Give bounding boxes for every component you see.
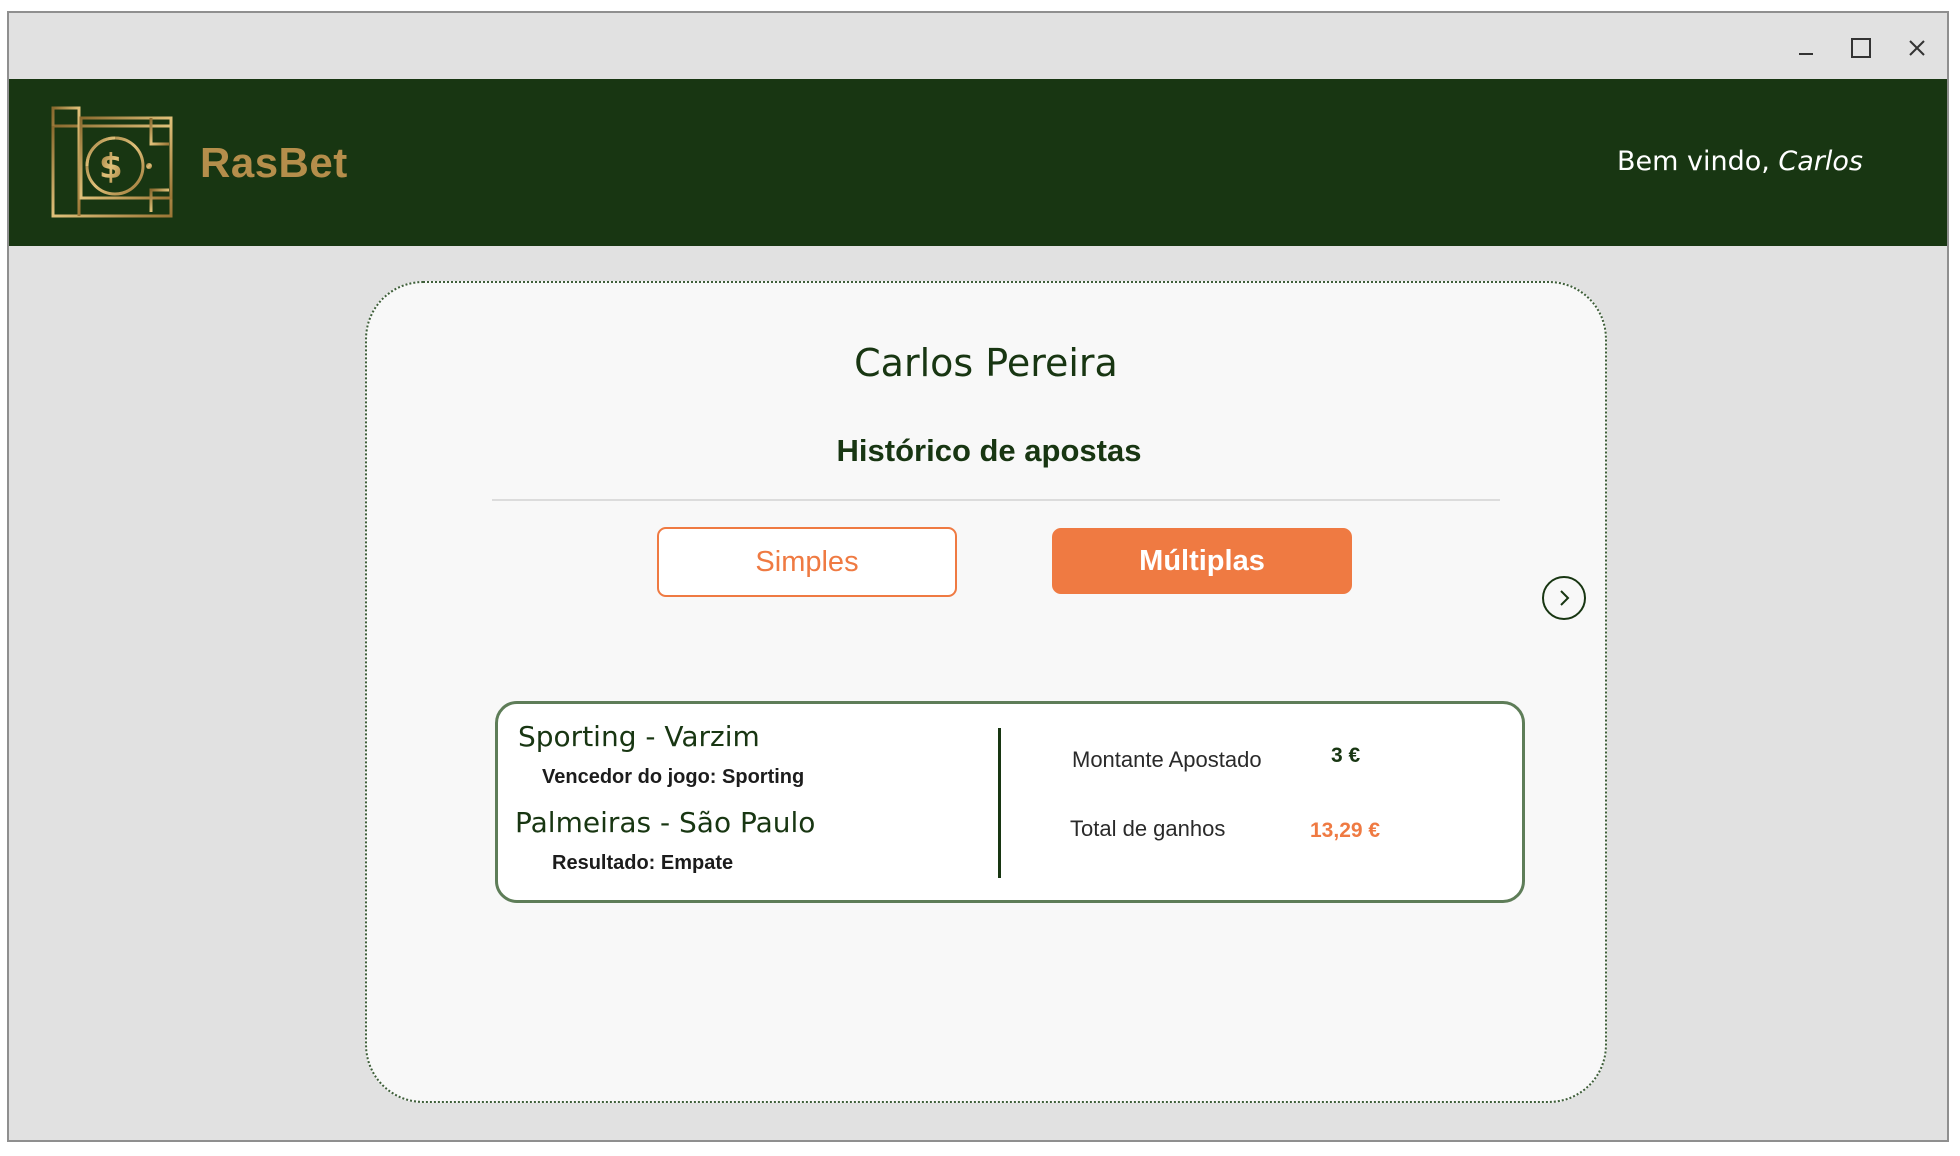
chevron-right-icon[interactable] bbox=[1542, 576, 1586, 620]
welcome-message: Bem vindo, Carlos bbox=[1617, 144, 1863, 180]
close-icon[interactable] bbox=[1900, 31, 1934, 65]
welcome-user-name: Carlos bbox=[1778, 146, 1863, 177]
page-title: Carlos Pereira bbox=[854, 341, 1118, 385]
tab-multiplas[interactable]: Múltiplas bbox=[1052, 528, 1352, 594]
welcome-prefix: Bem vindo, bbox=[1616, 146, 1770, 177]
amount-value: 3 € bbox=[1331, 744, 1361, 767]
title-bar bbox=[9, 13, 1947, 79]
svg-text:$: $ bbox=[99, 147, 123, 187]
bet-pick: Resultado: Empate bbox=[552, 852, 734, 874]
tab-simples[interactable]: Simples bbox=[657, 527, 957, 597]
profile-panel: Carlos Pereira Histórico de apostas Simp… bbox=[365, 281, 1607, 1103]
divider bbox=[492, 499, 1500, 501]
history-title: Histórico de apostas bbox=[836, 433, 1142, 468]
app-window: $ RasBet Bem vindo, Carlos Carlos Pereir… bbox=[7, 11, 1949, 1142]
card-divider bbox=[998, 728, 1001, 878]
bet-pick: Vencedor do jogo: Sporting bbox=[542, 766, 805, 788]
bet-match: Palmeiras - São Paulo bbox=[515, 806, 816, 839]
total-value: 13,29 € bbox=[1310, 819, 1381, 842]
app-header: $ RasBet Bem vindo, Carlos bbox=[9, 79, 1947, 246]
money-bill-icon: $ bbox=[51, 104, 179, 220]
bet-match: Sporting - Varzim bbox=[518, 720, 760, 753]
bet-card[interactable]: Sporting - Varzim Vencedor do jogo: Spor… bbox=[495, 701, 1525, 903]
maximize-icon[interactable] bbox=[1844, 31, 1878, 65]
brand-name: RasBet bbox=[200, 139, 348, 186]
minimize-icon[interactable] bbox=[1789, 31, 1823, 65]
amount-label: Montante Apostado bbox=[1072, 747, 1262, 772]
total-label: Total de ganhos bbox=[1070, 816, 1226, 841]
